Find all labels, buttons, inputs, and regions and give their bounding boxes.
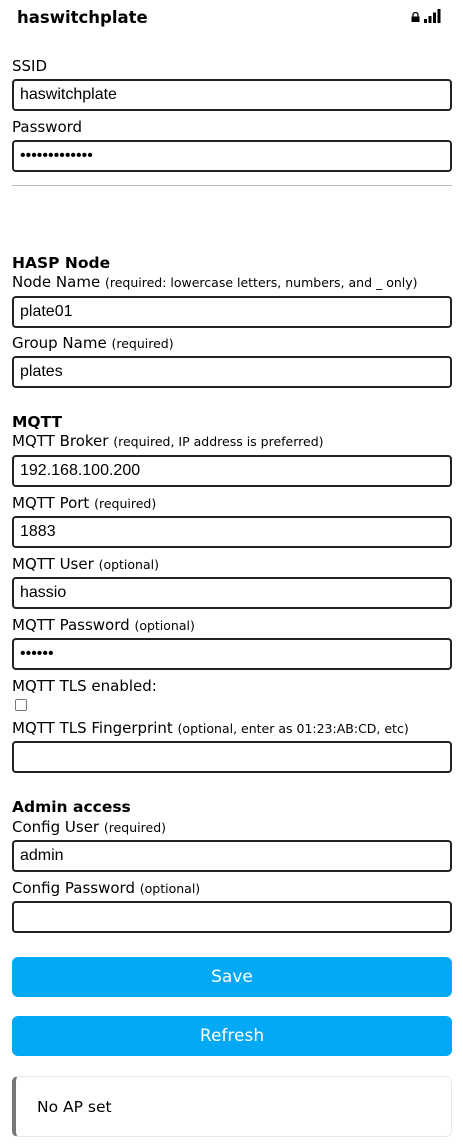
mqtt-user-hint: (optional) [98,557,159,572]
config-password-hint: (optional) [139,881,201,896]
group-name-hint: (required) [111,336,174,351]
config-user-input[interactable] [12,840,452,872]
config-user-label: Config User (required) [12,818,167,836]
mqtt-user-label: MQTT User (optional) [12,555,159,573]
mqtt-tls-checkbox[interactable] [15,699,27,711]
mqtt-password-hint: (optional) [134,618,195,633]
mqtt-broker-label: MQTT Broker (required, IP address is pre… [12,432,324,450]
mqtt-user-input[interactable] [12,577,452,609]
node-name-input[interactable] [12,296,452,328]
app-title: haswitchplate [17,8,148,27]
refresh-button[interactable]: Refresh [12,1016,452,1056]
password-label: Password [12,118,83,136]
mqtt-port-input[interactable] [12,516,452,548]
config-password-label: Config Password (optional) [12,879,201,897]
mqtt-port-label: MQTT Port (required) [12,494,157,512]
node-name-hint: (required: lowercase letters, numbers, a… [104,275,418,290]
mqtt-fingerprint-hint: (optional, enter as 01:23:AB:CD, etc) [177,721,409,736]
mqtt-tls-label: MQTT TLS enabled: [12,677,157,695]
status-message-box: No AP set [12,1076,452,1137]
mqtt-broker-input[interactable] [12,455,452,487]
config-password-input[interactable] [12,901,452,933]
hasp-node-heading: HASP Node [12,254,111,272]
ssid-label: SSID [12,57,48,75]
node-name-label: Node Name (required: lowercase letters, … [12,273,418,291]
config-user-hint: (required) [103,820,167,835]
ssid-input[interactable] [12,79,452,111]
lock-icon [411,12,420,22]
divider [12,185,452,186]
admin-access-heading: Admin access [12,798,131,816]
password-input[interactable] [12,140,452,172]
mqtt-broker-hint: (required, IP address is preferred) [113,434,324,449]
group-name-label: Group Name (required) [12,334,174,352]
status-message: No AP set [37,1098,112,1116]
save-button[interactable]: Save [12,957,452,997]
mqtt-port-hint: (required) [94,496,157,511]
mqtt-fingerprint-label: MQTT TLS Fingerprint (optional, enter as… [12,719,409,737]
wifi-signal-icon [424,9,441,23]
header-bar: haswitchplate [0,0,463,36]
mqtt-heading: MQTT [12,413,63,431]
group-name-input[interactable] [12,356,452,388]
mqtt-password-input[interactable] [12,638,452,670]
mqtt-password-label: MQTT Password (optional) [12,616,195,634]
mqtt-fingerprint-input[interactable] [12,741,452,773]
